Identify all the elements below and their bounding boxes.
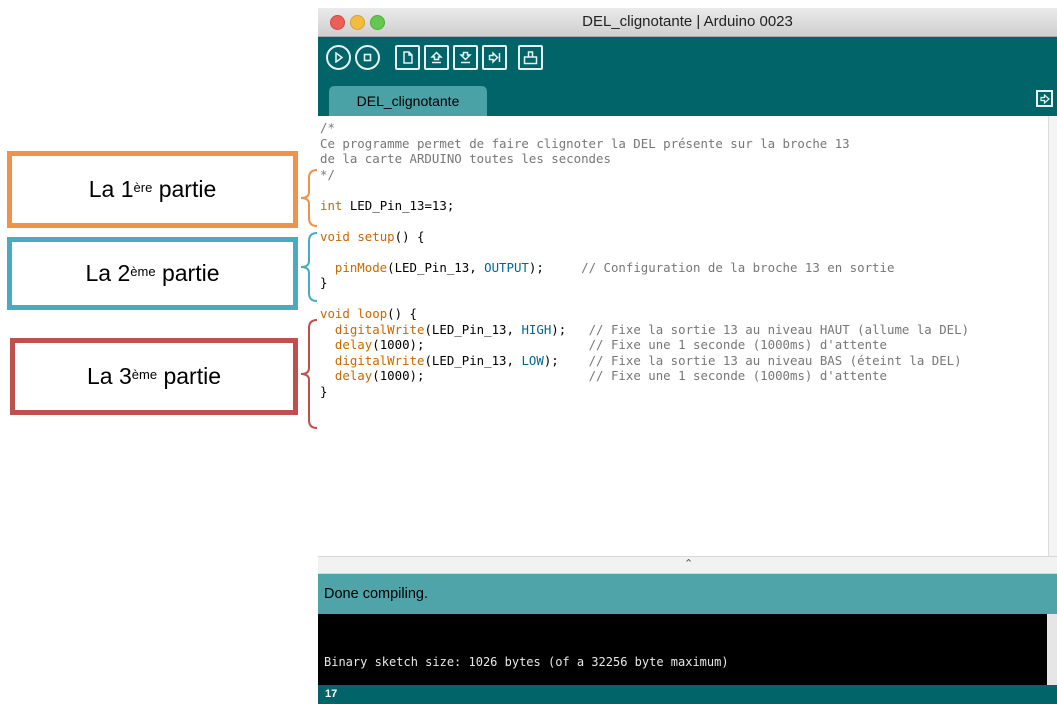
code-line: /*: [320, 120, 335, 135]
stop-button[interactable]: [355, 45, 380, 70]
annotation-part-1: La 1 ère partie: [7, 151, 298, 228]
new-icon: [403, 51, 413, 64]
code-line: void loop() {: [320, 306, 417, 321]
annotation-suffix: partie: [157, 363, 221, 389]
console-scrollbar[interactable]: [1047, 614, 1057, 685]
annotation-prefix: La 3: [87, 363, 132, 389]
save-button[interactable]: [453, 45, 478, 70]
annotation-sup: ème: [130, 264, 156, 279]
annotation-sup: ème: [131, 367, 158, 382]
arduino-window: DEL_clignotante | Arduino 0023 DEL_clign…: [318, 8, 1057, 704]
console: Binary sketch size: 1026 bytes (of a 322…: [318, 614, 1057, 685]
annotation-prefix: La 1: [88, 176, 134, 202]
window-title: DEL_clignotante | Arduino 0023: [582, 13, 793, 30]
annotation-part-3: La 3 ème partie: [10, 338, 298, 415]
upload-button[interactable]: [482, 45, 507, 70]
verify-button[interactable]: [326, 45, 351, 70]
title-bar: DEL_clignotante | Arduino 0023: [318, 8, 1057, 37]
brace-part-2: [300, 232, 318, 302]
code-line: }: [320, 275, 328, 290]
footer-bar: 17: [318, 685, 1057, 704]
annotation-prefix: La 2: [85, 260, 131, 286]
code-line: digitalWrite(LED_Pin_13, LOW); // Fixe l…: [334, 352, 962, 368]
brace-part-1: [300, 169, 318, 227]
code-line: digitalWrite(LED_Pin_13, HIGH); // Fixe …: [334, 321, 970, 337]
code-line: de la carte ARDUINO toutes les secondes: [320, 151, 611, 166]
console-message: Binary sketch size: 1026 bytes (of a 322…: [324, 655, 729, 669]
arrow-right-icon: [1039, 93, 1050, 104]
stop-icon: [363, 53, 372, 62]
serial-monitor-button[interactable]: [518, 45, 543, 70]
serial-monitor-icon: [523, 51, 538, 65]
code-line: */: [320, 166, 335, 182]
tab-menu-button[interactable]: [1036, 90, 1053, 107]
brace-part-3: [300, 319, 318, 429]
tab-bar: DEL_clignotante: [318, 82, 1057, 116]
status-text: Done compiling.: [324, 586, 428, 602]
upload-icon: [488, 51, 501, 64]
annotation-suffix: partie: [152, 176, 217, 202]
annotation-sup: ère: [133, 180, 153, 195]
verify-icon: [335, 52, 344, 63]
annotation-suffix: partie: [155, 260, 220, 286]
new-button[interactable]: [395, 45, 420, 70]
pane-divider[interactable]: ⌃: [318, 556, 1057, 574]
code-line: void setup() {: [320, 228, 425, 244]
open-icon: [430, 51, 443, 64]
open-button[interactable]: [424, 45, 449, 70]
toolbar: [318, 37, 1057, 82]
code-line: delay(1000); // Fixe une 1 seconde (1000…: [334, 337, 887, 352]
annotation-part-2: La 2 ème partie: [7, 237, 298, 310]
code-line: pinMode(LED_Pin_13, OUTPUT); // Configur…: [334, 259, 895, 275]
chevron-up-icon: ⌃: [684, 558, 694, 570]
save-icon: [459, 51, 472, 64]
code-line: delay(1000); // Fixe une 1 seconde (1000…: [334, 368, 887, 383]
code-line: Ce programme permet de faire clignoter l…: [320, 135, 850, 151]
code-line: int LED_Pin_13=13;: [320, 197, 455, 213]
tab-del-clignotante[interactable]: DEL_clignotante: [329, 86, 487, 116]
line-number: 17: [325, 688, 338, 700]
code-line: }: [320, 383, 328, 399]
code-editor[interactable]: /* Ce programme permet de faire clignoter…: [318, 116, 1049, 556]
editor-scrollbar[interactable]: [1048, 116, 1057, 556]
status-bar: Done compiling.: [318, 574, 1057, 614]
